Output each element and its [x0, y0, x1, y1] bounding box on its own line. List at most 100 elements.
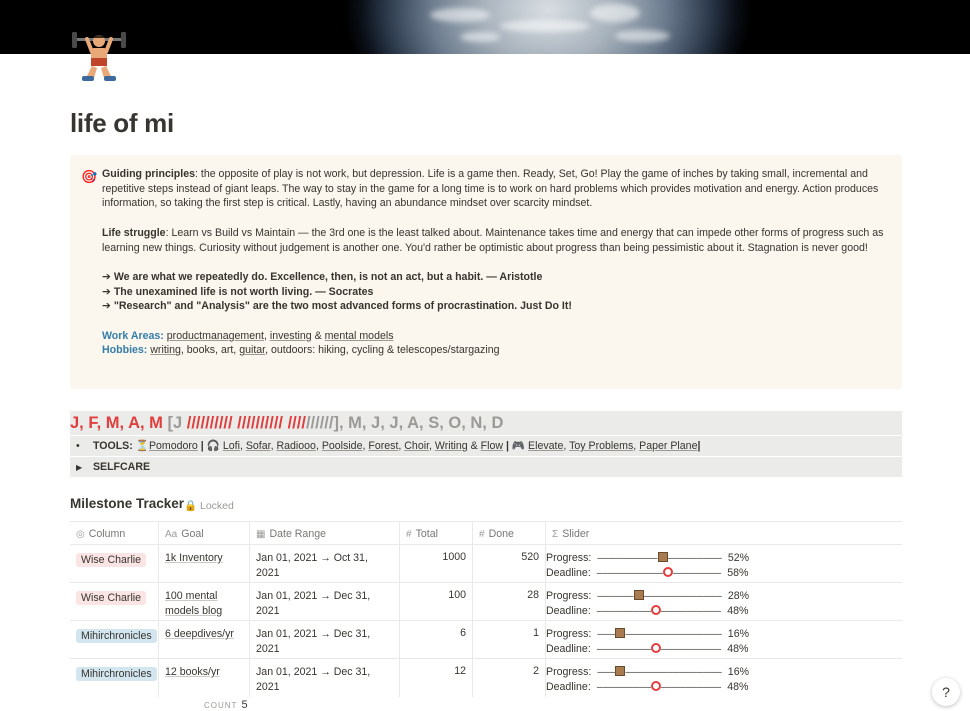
table-row[interactable]: Mihirchronicles 6 deepdives/yr Jan 01, 2… [70, 621, 902, 659]
month-progress-red: ////////// ////////// //// [186, 414, 306, 432]
separator: & [311, 329, 325, 342]
weightlifter-icon[interactable] [70, 26, 128, 84]
date-range[interactable]: Jan 01, 2021 → Dec 31, 2021 [256, 589, 393, 618]
goal-title[interactable]: 1k Inventory [165, 551, 243, 566]
hourglass-icon: ⏳ [135, 440, 149, 452]
link-lofi[interactable]: Lofi [223, 440, 240, 452]
deadline-percent: 48% [727, 643, 749, 655]
total-value[interactable]: 6 [400, 621, 473, 658]
bracket-open: [J [167, 414, 187, 432]
deadline-line: Deadline: ––––––––––– –––––––– 58% [546, 567, 749, 579]
column-tag[interactable]: Mihirchronicles [76, 629, 157, 643]
month-progress-grey: ////// [305, 414, 334, 432]
red-circle-icon [650, 681, 661, 691]
deadline-percent: 48% [727, 605, 749, 617]
date-range[interactable]: Jan 01, 2021 → Dec 31, 2021 [256, 665, 393, 694]
game-controller-icon: 🎮 [511, 440, 526, 452]
link-productmanagement[interactable]: productmanagement [167, 330, 264, 342]
column-header-slider[interactable]: Σ Slider [546, 522, 902, 544]
package-icon [615, 666, 626, 676]
done-value[interactable]: 520 [473, 545, 546, 582]
deadline-line: Deadline: ––––––––– –––––––––– 48% [546, 681, 749, 693]
selfcare-label: SELFCARE [92, 461, 151, 473]
slider-formula: Progress: –––––– ––––––––––––– 28% Deadli… [546, 583, 902, 620]
package-icon [615, 628, 626, 638]
column-header-done[interactable]: # Done [473, 522, 546, 544]
progress-percent: 52% [727, 552, 750, 564]
deadline-percent: 58% [727, 567, 749, 579]
column-tag[interactable]: Wise Charlie [76, 591, 147, 605]
slider-formula: Progress: –––––––––– ––––––––– 52% Deadli… [546, 545, 902, 582]
count-label: COUNT [204, 701, 238, 710]
table-header: ◎ Column Aa Goal ▦ Date Range # Total # Done … [70, 521, 902, 545]
date-range[interactable]: Jan 01, 2021 → Dec 31, 2021 [256, 627, 393, 656]
link-flow[interactable]: Flow [481, 440, 503, 452]
help-button[interactable]: ? [932, 678, 960, 706]
struggle-heading: Life struggle [102, 226, 166, 239]
red-circle-icon [650, 605, 661, 615]
database-title[interactable]: Milestone Tracker [70, 496, 184, 511]
link-toy-problems[interactable]: Toy Problems [569, 440, 633, 452]
goal-title[interactable]: 100 mental models blog [165, 589, 243, 618]
column-header-goal[interactable]: Aa Goal [159, 522, 250, 544]
goal-title[interactable]: 12 books/yr [165, 665, 243, 680]
selfcare-toggle[interactable]: ▶ SELFCARE [70, 457, 902, 477]
red-circle-icon [650, 643, 661, 653]
column-tag[interactable]: Mihirchronicles [76, 667, 157, 681]
done-value[interactable]: 1 [473, 621, 546, 658]
tools-label: TOOLS: [92, 440, 133, 452]
table-row[interactable]: Wise Charlie 1k Inventory Jan 01, 2021 →… [70, 545, 902, 583]
progress-percent: 28% [727, 590, 750, 602]
total-value[interactable]: 100 [400, 583, 473, 620]
link-elevate[interactable]: Elevate [528, 440, 563, 452]
count-footer[interactable]: COUNT 5 [204, 699, 248, 711]
total-value[interactable]: 12 [400, 659, 473, 697]
link-poolside[interactable]: Poolside [322, 440, 363, 452]
goal-title[interactable]: 6 deepdives/yr [165, 627, 243, 642]
total-value[interactable]: 1000 [400, 545, 473, 582]
link-writing[interactable]: writing [150, 344, 181, 356]
hobbies-rest: , outdoors: hiking, cycling & telescopes… [265, 344, 500, 357]
table-row[interactable]: Wise Charlie 100 mental models blog Jan … [70, 583, 902, 621]
link-paper-plane[interactable]: Paper Plane [639, 440, 697, 452]
column-tag[interactable]: Wise Charlie [76, 553, 147, 567]
link-forest[interactable]: Forest [368, 440, 398, 452]
link-guitar[interactable]: guitar [239, 344, 265, 356]
number-icon: # [479, 529, 485, 540]
locked-indicator[interactable]: 🔒 Locked [184, 499, 234, 512]
progress-line: Progress: ––– –––––––––––––––– 16% [546, 666, 749, 678]
link-mental-models[interactable]: mental models [325, 330, 394, 342]
column-header-column[interactable]: ◎ Column [70, 522, 159, 544]
locked-label: Locked [200, 500, 234, 512]
link-writing[interactable]: Writing [435, 440, 468, 452]
guiding-principles-paragraph: Guiding principles: the opposite of play… [102, 167, 892, 211]
link-pomodoro[interactable]: Pomodoro [149, 440, 198, 452]
link-radiooo[interactable]: Radiooo [276, 440, 315, 452]
deadline-line: Deadline: ––––––––– –––––––––– 48% [546, 605, 749, 617]
target-icon: 🎯 [81, 169, 98, 184]
column-header-total[interactable]: # Total [400, 522, 473, 544]
guiding-text: : the opposite of play is not work, but … [102, 168, 879, 210]
life-struggle-paragraph: Life struggle: Learn vs Build vs Maintai… [102, 226, 892, 255]
toggle-triangle-icon[interactable]: ▶ [76, 458, 90, 478]
number-icon: # [406, 529, 412, 540]
link-choir[interactable]: Choir [404, 440, 429, 452]
done-value[interactable]: 2 [473, 659, 546, 697]
quote-socrates: ➔ The unexamined life is not worth livin… [102, 285, 374, 298]
date-range[interactable]: Jan 01, 2021 → Oct 31, 2021 [256, 551, 393, 580]
deadline-line: Deadline: ––––––––– –––––––––– 48% [546, 643, 749, 655]
callout-body: Guiding principles: the opposite of play… [102, 167, 892, 358]
work-areas-label: Work Areas: [102, 329, 164, 342]
link-investing[interactable]: investing [270, 330, 312, 342]
progress-line: Progress: ––– –––––––––––––––– 16% [546, 628, 749, 640]
page-title[interactable]: life of mi [70, 108, 174, 139]
calendar-icon: ▦ [256, 529, 266, 540]
separator: | [503, 440, 512, 452]
link-sofar[interactable]: Sofar [246, 440, 271, 452]
done-value[interactable]: 28 [473, 583, 546, 620]
quotes-block: ➔ We are what we repeatedly do. Excellen… [102, 270, 892, 314]
year-progress-bar: J, F, M, A, M [J ////////// ////////// /… [70, 411, 902, 435]
table-row[interactable]: Mihirchronicles 12 books/yr Jan 01, 2021… [70, 659, 902, 697]
work-areas-line: Work Areas: productmanagement, investing… [102, 329, 892, 344]
column-header-date-range[interactable]: ▦ Date Range [250, 522, 400, 544]
